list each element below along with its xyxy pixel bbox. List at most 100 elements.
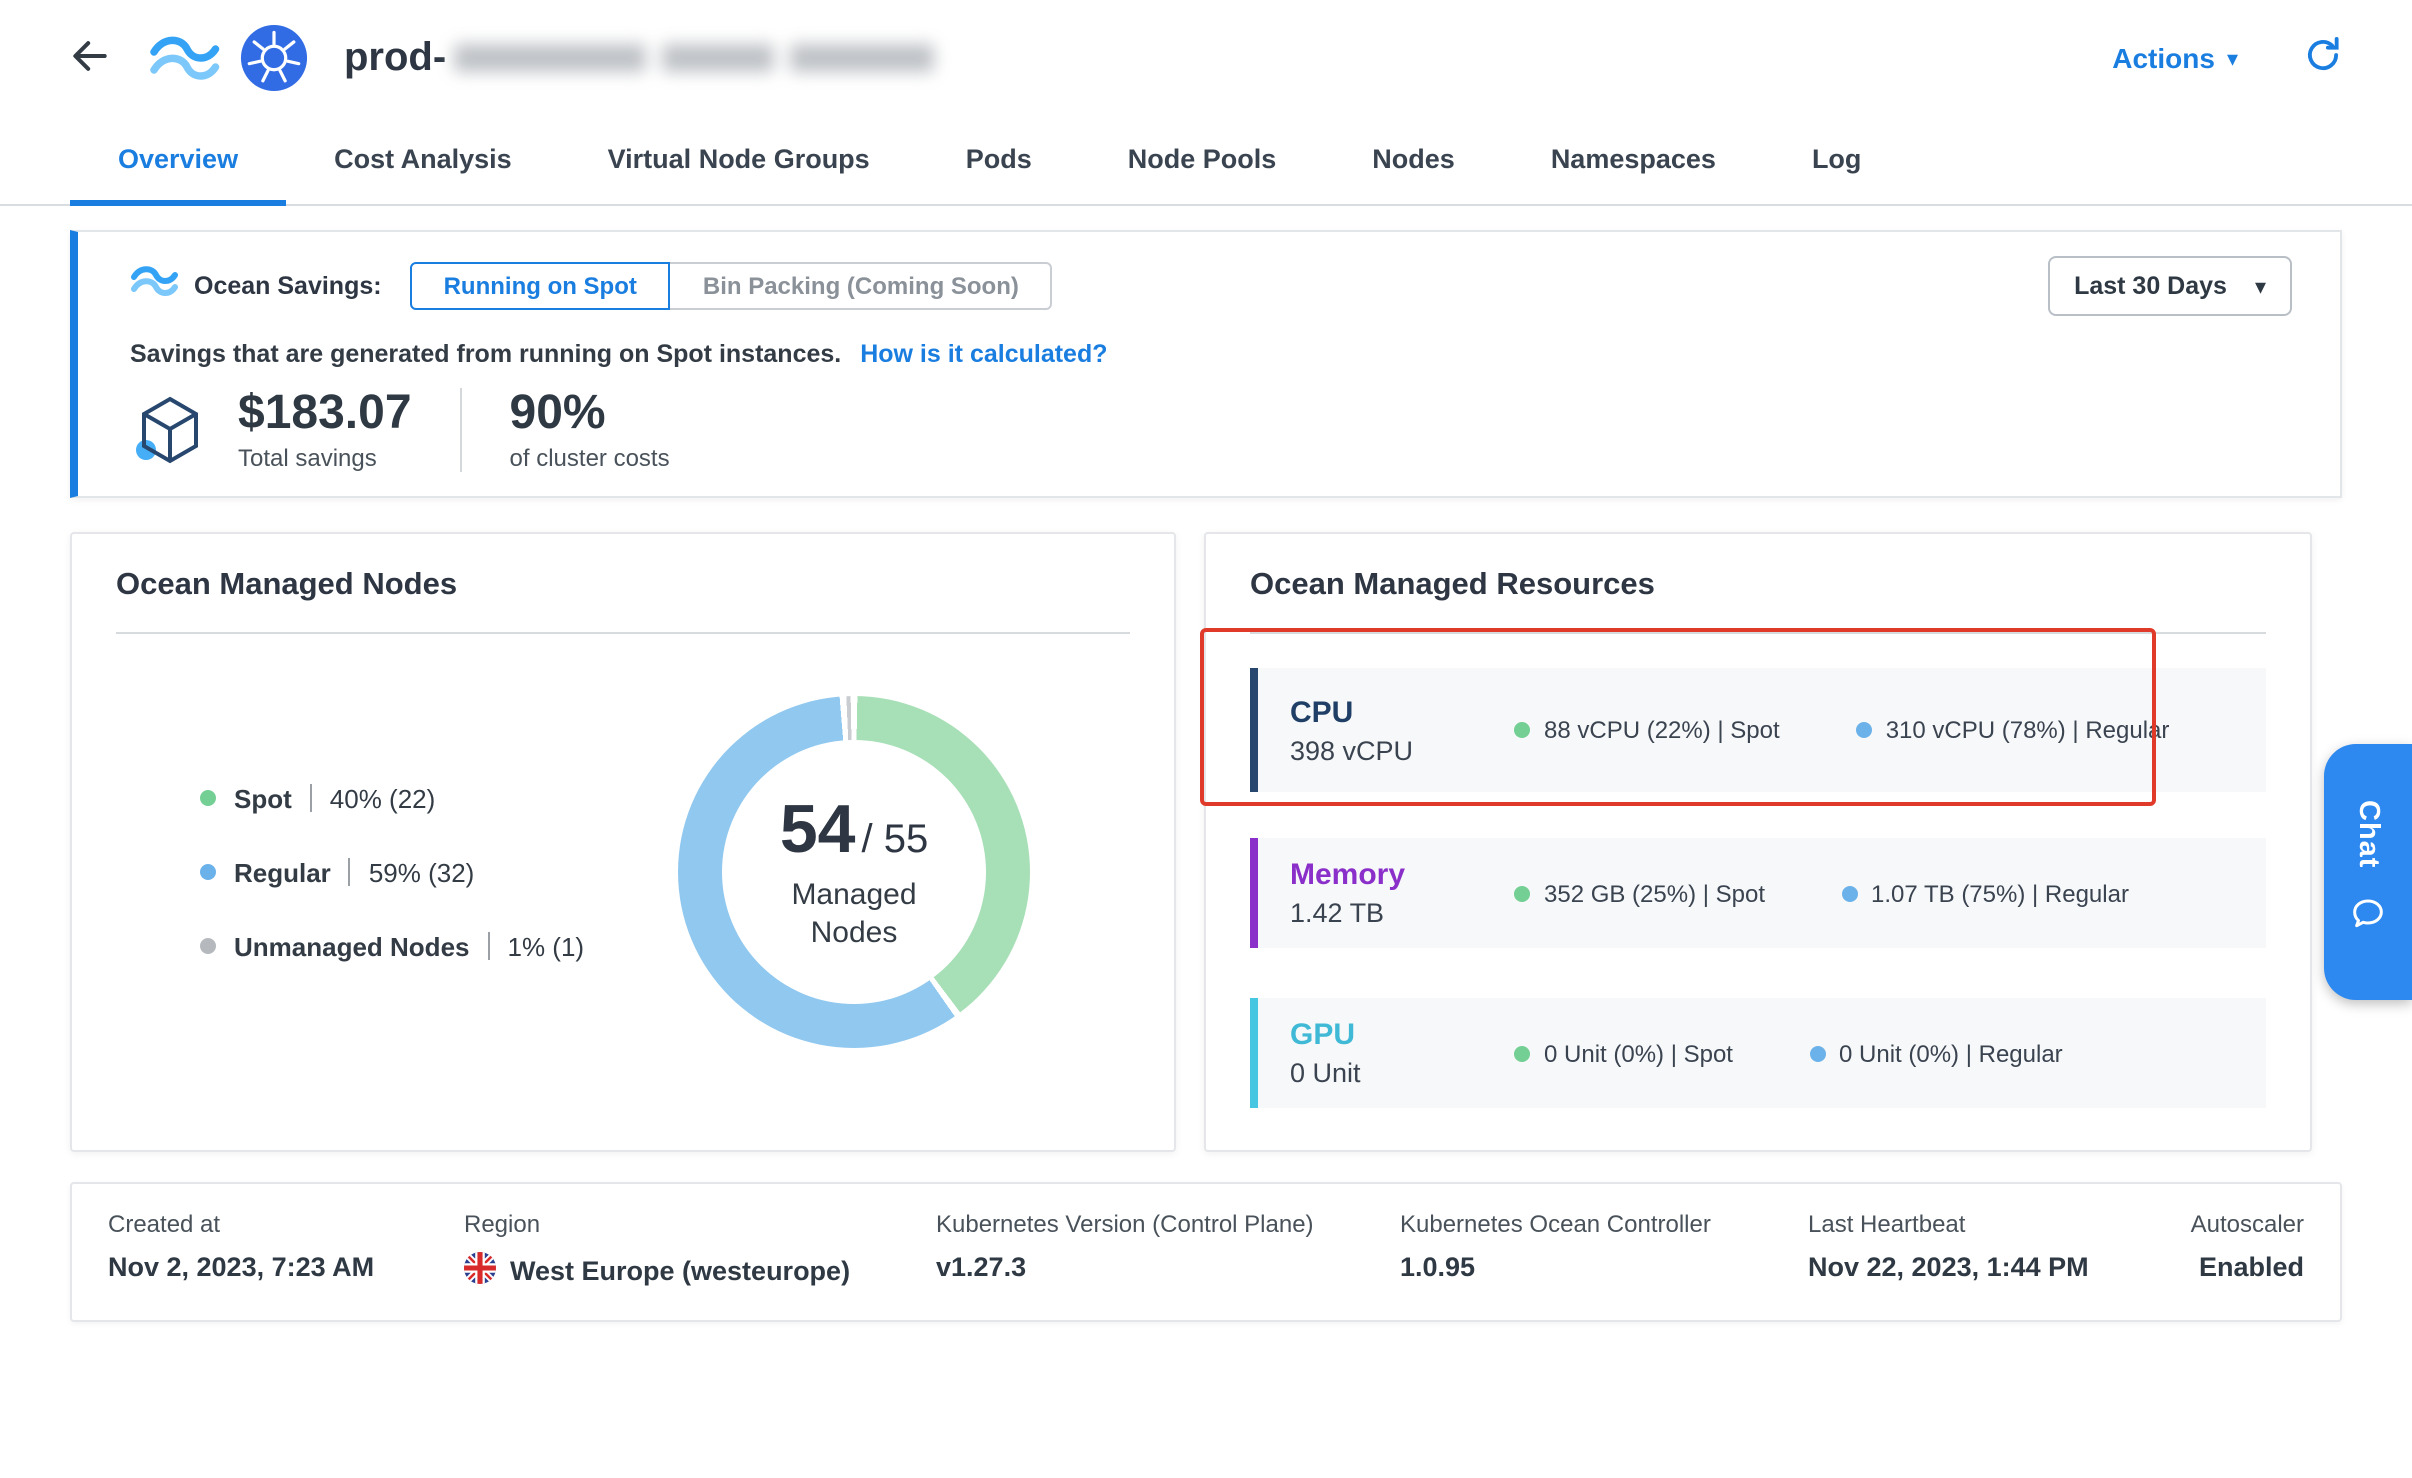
legend-item-spot: Spot 40% (22)	[200, 783, 584, 813]
gpu-value: 0 Unit	[1290, 1058, 1490, 1088]
legend-label: Regular	[234, 857, 331, 887]
total-savings-value: $183.07	[238, 388, 412, 440]
legend-item-regular: Regular 59% (32)	[200, 857, 584, 887]
legend-value: 1% (1)	[508, 931, 585, 961]
savings-mode-toggle: Running on Spot Bin Packing (Coming Soon…	[410, 262, 1053, 310]
memory-spot-stat: 352 GB (25%) | Spot	[1514, 879, 1765, 907]
managed-nodes-donut: 54/ 55 Managed Nodes	[678, 696, 1030, 1048]
back-button[interactable]	[68, 33, 112, 83]
ocean-controller-value: 1.0.95	[1400, 1252, 1808, 1282]
kubernetes-logo	[240, 24, 308, 92]
donut-center-total: / 55	[861, 817, 928, 861]
autoscaler-block: Autoscaler Enabled	[2191, 1210, 2304, 1320]
spot-ocean-logo	[148, 30, 220, 86]
memory-regular-stat: 1.07 TB (75%) | Regular	[1841, 879, 2129, 907]
created-at-value: Nov 2, 2023, 7:23 AM	[108, 1252, 464, 1282]
created-at-label: Created at	[108, 1210, 464, 1238]
memory-value: 1.42 TB	[1290, 898, 1490, 928]
chevron-down-icon: ▾	[2255, 273, 2266, 299]
gpu-label: GPU	[1290, 1018, 1490, 1052]
ocean-managed-nodes-card: Ocean Managed Nodes Spot 40% (22) Regula…	[70, 532, 1176, 1152]
spot-dot-icon	[200, 790, 216, 806]
divider	[488, 932, 490, 960]
cluster-cost-block: 90% of cluster costs	[510, 388, 670, 472]
tab-namespaces[interactable]: Namespaces	[1503, 116, 1764, 206]
total-savings-block: $183.07 Total savings	[238, 388, 412, 472]
tab-pods[interactable]: Pods	[918, 116, 1080, 206]
tab-log[interactable]: Log	[1764, 116, 1910, 206]
dashboard-cards: Ocean Managed Nodes Spot 40% (22) Regula…	[70, 532, 2342, 1152]
bin-packing-toggle[interactable]: Bin Packing (Coming Soon)	[669, 262, 1053, 310]
k8s-version-block: Kubernetes Version (Control Plane) v1.27…	[936, 1210, 1400, 1320]
memory-label: Memory	[1290, 858, 1490, 892]
cpu-spot-stat: 88 vCPU (22%) | Spot	[1514, 716, 1780, 744]
cpu-spot-text: 88 vCPU (22%) | Spot	[1544, 716, 1780, 744]
k8s-version-value: v1.27.3	[936, 1252, 1400, 1282]
cube-icon	[130, 390, 210, 470]
how-calculated-link[interactable]: How is it calculated?	[860, 340, 1107, 368]
autoscaler-value: Enabled	[2199, 1252, 2304, 1282]
unmanaged-dot-icon	[200, 938, 216, 954]
period-dropdown[interactable]: Last 30 Days ▾	[2048, 256, 2292, 316]
chat-button[interactable]: Chat	[2324, 744, 2412, 1000]
last-heartbeat-value: Nov 22, 2023, 1:44 PM	[1808, 1252, 2188, 1282]
total-savings-label: Total savings	[238, 444, 412, 472]
tab-cost-analysis[interactable]: Cost Analysis	[286, 116, 560, 206]
created-at-block: Created at Nov 2, 2023, 7:23 AM	[108, 1210, 464, 1320]
region-label: Region	[464, 1210, 936, 1238]
ocean-savings-panel: Ocean Savings: Running on Spot Bin Packi…	[70, 230, 2342, 498]
memory-spot-text: 352 GB (25%) | Spot	[1544, 879, 1765, 907]
redacted-cluster-name	[454, 44, 934, 72]
ocean-controller-block: Kubernetes Ocean Controller 1.0.95	[1400, 1210, 1808, 1320]
cluster-name-prefix: prod-	[344, 35, 446, 81]
refresh-button[interactable]	[2302, 34, 2344, 82]
refresh-icon	[2302, 34, 2344, 82]
spot-dot-icon	[1514, 1045, 1530, 1061]
divider	[349, 858, 351, 886]
actions-dropdown-button[interactable]: Actions ▾	[2100, 40, 2250, 76]
tab-virtual-node-groups[interactable]: Virtual Node Groups	[560, 116, 918, 206]
gpu-spot-text: 0 Unit (0%) | Spot	[1544, 1039, 1733, 1067]
region-block: Region West Europe (westeurope)	[464, 1210, 936, 1320]
managed-resources-title: Ocean Managed Resources	[1250, 566, 2266, 606]
ocean-savings-label: Ocean Savings:	[194, 272, 382, 300]
region-value: West Europe (westeurope)	[510, 1256, 850, 1286]
running-on-spot-toggle[interactable]: Running on Spot	[410, 262, 671, 310]
cpu-resource-row: CPU 398 vCPU 88 vCPU (22%) | Spot 310 vC…	[1250, 668, 2266, 792]
app-window: prod- Actions ▾ Overview Cost Analysis V…	[0, 0, 2412, 1478]
savings-description: Savings that are generated from running …	[130, 340, 2292, 368]
tab-bar: Overview Cost Analysis Virtual Node Grou…	[0, 116, 2412, 206]
cpu-label: CPU	[1290, 695, 1490, 729]
last-heartbeat-block: Last Heartbeat Nov 22, 2023, 1:44 PM	[1808, 1210, 2188, 1320]
cluster-info-bar: Created at Nov 2, 2023, 7:23 AM Region	[70, 1182, 2342, 1322]
regular-dot-icon	[1809, 1045, 1825, 1061]
gpu-resource-row: GPU 0 Unit 0 Unit (0%) | Spot 0 Unit (0%…	[1250, 998, 2266, 1108]
spot-dot-icon	[1514, 722, 1530, 738]
chat-bubble-icon	[2348, 893, 2388, 943]
page-title: prod-	[344, 35, 934, 81]
managed-nodes-title: Ocean Managed Nodes	[116, 566, 1130, 606]
cpu-regular-stat: 310 vCPU (78%) | Regular	[1856, 716, 2170, 744]
gpu-spot-stat: 0 Unit (0%) | Spot	[1514, 1039, 1733, 1067]
donut-center-value: 54	[780, 791, 856, 867]
legend-label: Unmanaged Nodes	[234, 931, 470, 961]
cpu-value: 398 vCPU	[1290, 735, 1490, 765]
last-heartbeat-label: Last Heartbeat	[1808, 1210, 2188, 1238]
divider	[1250, 632, 2266, 634]
tab-node-pools[interactable]: Node Pools	[1080, 116, 1325, 206]
tab-nodes[interactable]: Nodes	[1324, 116, 1503, 206]
savings-description-text: Savings that are generated from running …	[130, 340, 841, 368]
regular-dot-icon	[1841, 885, 1857, 901]
chat-label: Chat	[2352, 801, 2384, 869]
header-actions: Actions ▾	[2100, 34, 2344, 82]
legend-item-unmanaged: Unmanaged Nodes 1% (1)	[200, 931, 584, 961]
legend-label: Spot	[234, 783, 292, 813]
gpu-regular-stat: 0 Unit (0%) | Regular	[1809, 1039, 2063, 1067]
tab-overview[interactable]: Overview	[70, 116, 286, 206]
divider	[310, 784, 312, 812]
regular-dot-icon	[1856, 722, 1872, 738]
cpu-regular-text: 310 vCPU (78%) | Regular	[1886, 716, 2170, 744]
k8s-version-label: Kubernetes Version (Control Plane)	[936, 1210, 1400, 1238]
period-value: Last 30 Days	[2074, 272, 2227, 300]
memory-resource-row: Memory 1.42 TB 352 GB (25%) | Spot 1.07 …	[1250, 838, 2266, 948]
